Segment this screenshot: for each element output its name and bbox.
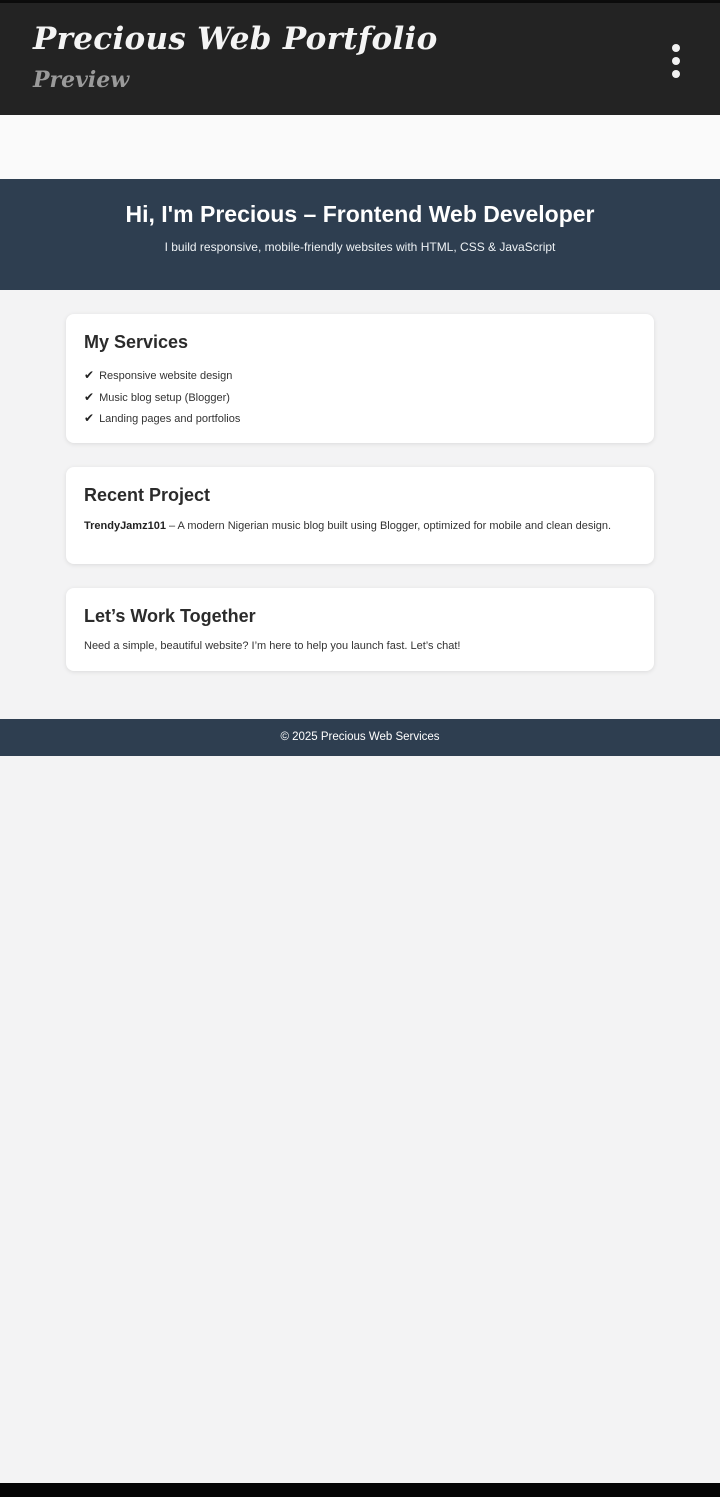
recent-project-card: Recent Project TrendyJamz101 – A modern …: [66, 467, 654, 564]
app-subtitle: Preview: [33, 67, 130, 93]
checkmark-icon: ✔: [84, 411, 95, 425]
app-header: Precious Web Portfolio Preview: [0, 3, 720, 115]
contact-heading: Let’s Work Together: [84, 606, 256, 626]
app-title: Precious Web Portfolio: [33, 21, 438, 57]
more-vertical-icon: [672, 44, 680, 52]
contact-text: Need a simple, beautiful website? I’m he…: [84, 640, 461, 652]
more-vertical-icon-dot: [672, 70, 680, 78]
more-vertical-icon-dot: [672, 57, 680, 65]
navigation-bar-edge: [0, 1483, 720, 1497]
more-options-button[interactable]: [656, 38, 696, 84]
contact-card: Let’s Work Together Need a simple, beaut…: [66, 588, 654, 671]
project-description: TrendyJamz101 – A modern Nigerian music …: [84, 520, 624, 533]
list-item: ✔ Landing pages and portfolios: [84, 410, 240, 432]
services-list: ✔ Responsive website design ✔ Music blog…: [84, 367, 240, 432]
project-heading: Recent Project: [84, 485, 211, 505]
list-item: ✔ Music blog setup (Blogger): [84, 389, 240, 411]
hero-section: Hi, I'm Precious – Frontend Web Develope…: [0, 179, 720, 290]
checkmark-icon: ✔: [84, 368, 95, 382]
services-heading: My Services: [84, 332, 189, 352]
list-item: ✔ Responsive website design: [84, 367, 240, 389]
project-name: TrendyJamz101: [84, 520, 166, 532]
services-card: My Services ✔ Responsive website design …: [66, 314, 654, 443]
page-footer: © 2025 Precious Web Services: [0, 719, 720, 756]
footer-copyright: © 2025 Precious Web Services: [280, 731, 440, 743]
hero-subtitle: I build responsive, mobile-friendly webs…: [164, 240, 556, 254]
service-item-label: Landing pages and portfolios: [99, 413, 241, 425]
checkmark-icon: ✔: [84, 389, 95, 404]
service-item-label: Music blog setup (Blogger): [99, 391, 230, 404]
project-description-text: – A modern Nigerian music blog built usi…: [165, 520, 612, 532]
hero-title: Hi, I'm Precious – Frontend Web Develope…: [125, 201, 595, 227]
service-item-label: Responsive website design: [99, 370, 233, 382]
blank-toolbar-area: [0, 115, 720, 179]
